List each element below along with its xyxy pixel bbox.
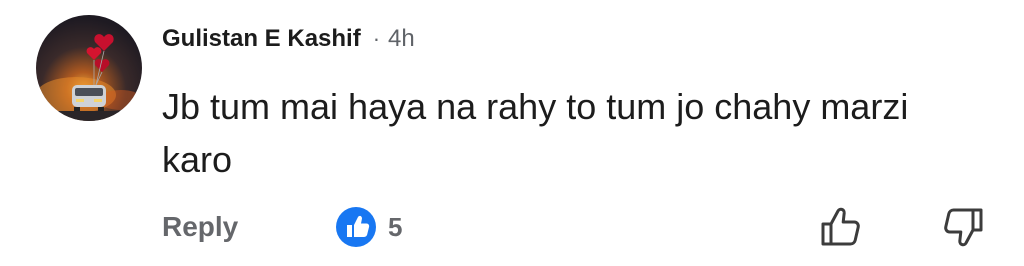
separator-dot: · — [372, 26, 381, 51]
reaction-summary[interactable]: 5 — [336, 207, 402, 247]
timestamp[interactable]: 4h — [388, 25, 415, 53]
avatar[interactable] — [36, 15, 142, 121]
upvote-button[interactable] — [818, 204, 864, 250]
comment-item: Gulistan E Kashif · 4h Jb tum mai haya n… — [0, 0, 1024, 266]
thumbs-up-outline-icon — [821, 207, 860, 246]
thumbs-down-outline-icon — [944, 208, 983, 247]
downvote-button[interactable] — [940, 204, 986, 250]
reply-button[interactable]: Reply — [162, 211, 238, 243]
comment-body: Jb tum mai haya na rahy to tum jo chahy … — [162, 86, 909, 180]
like-count: 5 — [388, 211, 403, 242]
like-badge-icon — [336, 207, 376, 247]
comment-actions: Reply — [162, 205, 238, 249]
comment-header: Gulistan E Kashif · 4h — [162, 22, 415, 56]
author-name[interactable]: Gulistan E Kashif — [162, 25, 361, 53]
avatar-image — [36, 34, 142, 121]
